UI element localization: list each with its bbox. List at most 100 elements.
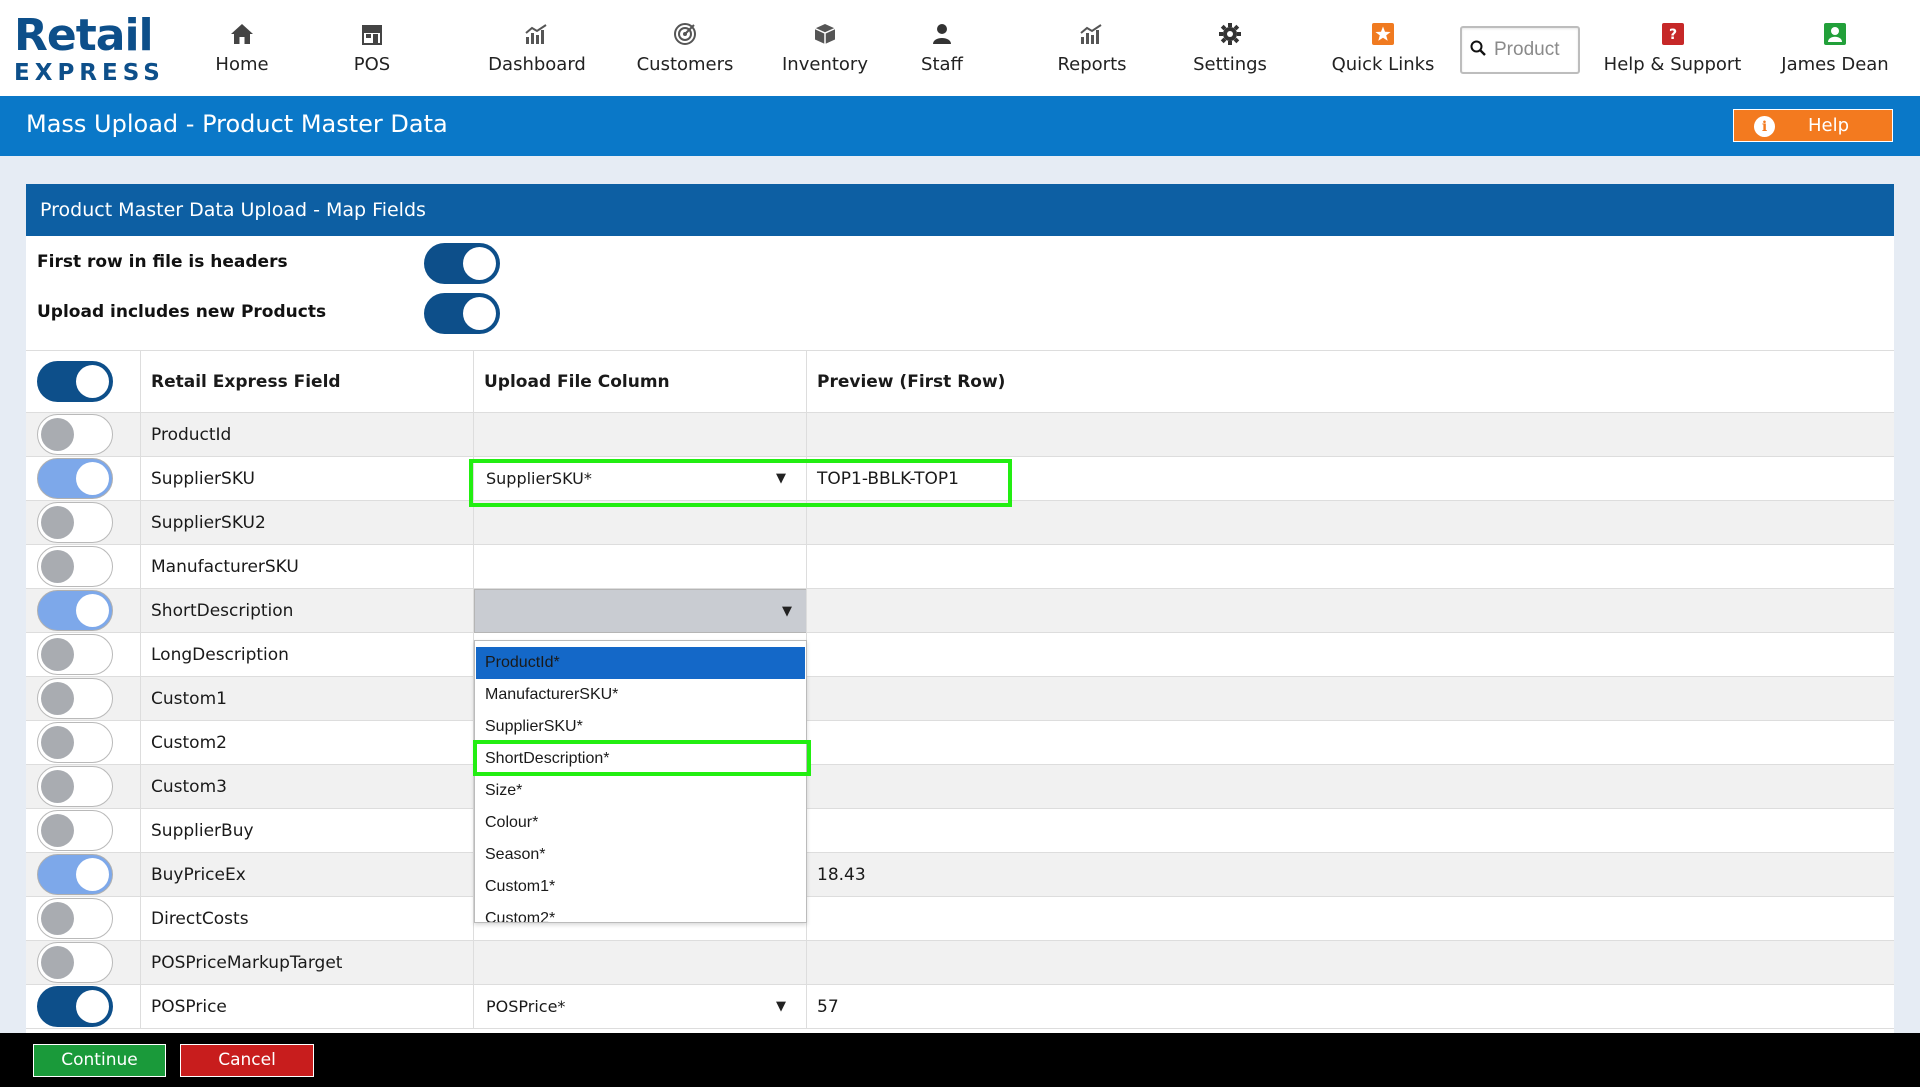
- preview-cell: [806, 677, 1894, 721]
- row-toggle[interactable]: [37, 546, 113, 587]
- first-row-headers-toggle[interactable]: [424, 243, 500, 284]
- user-icon: [1824, 20, 1846, 48]
- field-name: ShortDescription: [140, 589, 473, 633]
- nav-home[interactable]: Home: [207, 0, 277, 96]
- nav-dashboard[interactable]: Dashboard: [482, 0, 592, 96]
- help-button-label: Help: [1808, 115, 1850, 136]
- home-icon: [230, 20, 254, 48]
- nav-inventory[interactable]: Inventory: [775, 0, 875, 96]
- reports-chart-icon: [1079, 20, 1105, 48]
- column-header-field: Retail Express Field: [140, 351, 473, 414]
- nav-label: Reports: [1057, 54, 1127, 75]
- row-toggle[interactable]: [37, 502, 113, 543]
- dropdown-option[interactable]: SupplierSKU*: [476, 711, 805, 743]
- nav-label: Customers: [636, 54, 734, 75]
- dropdown-option[interactable]: ManufacturerSKU*: [476, 679, 805, 711]
- dropdown-option[interactable]: Size*: [476, 775, 805, 807]
- row-toggle[interactable]: [37, 766, 113, 807]
- upload-column-select[interactable]: SupplierSKU* ▼: [482, 461, 798, 497]
- nav-customers[interactable]: Customers: [630, 0, 740, 96]
- table-row: ProductId: [26, 413, 1894, 457]
- field-name: POSPrice: [140, 985, 473, 1029]
- product-search[interactable]: [1460, 26, 1580, 74]
- preview-cell: [806, 897, 1894, 941]
- select-all-toggle[interactable]: [37, 361, 113, 402]
- upload-column-dropdown-list[interactable]: ProductId* ManufacturerSKU* SupplierSKU*…: [474, 640, 807, 923]
- row-toggle[interactable]: [37, 458, 113, 499]
- row-toggle[interactable]: [37, 942, 113, 983]
- dropdown-option[interactable]: Colour*: [476, 807, 805, 839]
- option-first-row-headers: First row in file is headers: [26, 238, 1894, 288]
- question-icon: ?: [1661, 20, 1684, 48]
- nav-label: James Dean: [1781, 54, 1889, 75]
- svg-text:?: ?: [1668, 27, 1676, 43]
- option-new-products: Upload includes new Products: [26, 288, 1894, 338]
- table-row: SupplierSKU SupplierSKU* ▼ TOP1-BBLK-TOP…: [26, 457, 1894, 501]
- field-name: SupplierSKU2: [140, 501, 473, 545]
- row-toggle[interactable]: [37, 986, 113, 1027]
- nav-label: Inventory: [782, 54, 868, 75]
- upload-column-select-open[interactable]: ▼: [474, 589, 807, 633]
- row-toggle[interactable]: [37, 414, 113, 455]
- map-fields-panel: Product Master Data Upload - Map Fields …: [26, 184, 1894, 1064]
- table-row: POSPrice POSPrice* ▼ 57: [26, 985, 1894, 1029]
- upload-column-cell: [473, 545, 806, 589]
- nav-pos[interactable]: POS: [337, 0, 407, 96]
- table-row: DirectCosts: [26, 897, 1894, 941]
- preview-cell: [806, 765, 1894, 809]
- panel-header: Product Master Data Upload - Map Fields: [26, 184, 1894, 236]
- preview-cell: 18.43: [806, 853, 1894, 897]
- row-toggle[interactable]: [37, 634, 113, 675]
- table-row: ManufacturerSKU: [26, 545, 1894, 589]
- logo-text-retail: Retail: [14, 10, 154, 61]
- upload-column-cell: POSPrice* ▼: [473, 985, 806, 1029]
- nav-label: POS: [353, 54, 391, 75]
- gear-icon: [1218, 20, 1242, 48]
- nav-label: Staff: [921, 54, 963, 75]
- info-icon: i: [1754, 116, 1775, 137]
- cancel-button[interactable]: Cancel: [180, 1044, 314, 1077]
- new-products-toggle[interactable]: [424, 293, 500, 334]
- nav-label: Settings: [1193, 54, 1267, 75]
- field-name: POSPriceMarkupTarget: [140, 941, 473, 985]
- top-navigation: Retail EXPRESS Home POS Dashboard Custom…: [0, 0, 1920, 96]
- person-icon: [932, 20, 952, 48]
- select-value: SupplierSKU*: [486, 469, 592, 488]
- row-toggle[interactable]: [37, 810, 113, 851]
- row-toggle[interactable]: [37, 678, 113, 719]
- preview-cell: [806, 545, 1894, 589]
- preview-cell: [806, 809, 1894, 853]
- row-toggle[interactable]: [37, 590, 113, 631]
- nav-label: Quick Links: [1331, 54, 1435, 75]
- field-name: ManufacturerSKU: [140, 545, 473, 589]
- row-toggle[interactable]: [37, 722, 113, 763]
- nav-help-support[interactable]: ? Help & Support: [1604, 0, 1741, 96]
- field-name: Custom1: [140, 677, 473, 721]
- retail-express-logo[interactable]: Retail EXPRESS: [14, 10, 160, 87]
- dropdown-option[interactable]: Season*: [476, 839, 805, 871]
- nav-staff[interactable]: Staff: [907, 0, 977, 96]
- dropdown-option[interactable]: Custom1*: [476, 871, 805, 903]
- preview-cell: [806, 721, 1894, 765]
- dropdown-option[interactable]: ProductId*: [476, 647, 805, 679]
- search-input[interactable]: [1494, 39, 1574, 61]
- star-icon: [1372, 20, 1394, 48]
- dropdown-option[interactable]: Custom2*: [476, 903, 805, 922]
- row-toggle[interactable]: [37, 854, 113, 895]
- upload-column-select[interactable]: POSPrice* ▼: [482, 989, 798, 1025]
- nav-settings[interactable]: Settings: [1185, 0, 1275, 96]
- nav-quick-links[interactable]: Quick Links: [1328, 0, 1438, 96]
- nav-user-profile[interactable]: James Dean: [1780, 0, 1890, 96]
- footer-bar: Continue Cancel: [0, 1033, 1920, 1087]
- preview-cell: [806, 941, 1894, 985]
- nav-label: Dashboard: [488, 54, 586, 75]
- box-icon: [814, 20, 836, 48]
- nav-reports[interactable]: Reports: [1047, 0, 1137, 96]
- help-button[interactable]: i Help: [1733, 109, 1893, 142]
- row-toggle[interactable]: [37, 898, 113, 939]
- preview-cell: [806, 633, 1894, 677]
- dropdown-option[interactable]: ShortDescription*: [476, 743, 805, 775]
- continue-button[interactable]: Continue: [33, 1044, 166, 1077]
- preview-cell: [806, 413, 1894, 457]
- table-header: Retail Express Field Upload File Column …: [26, 350, 1894, 414]
